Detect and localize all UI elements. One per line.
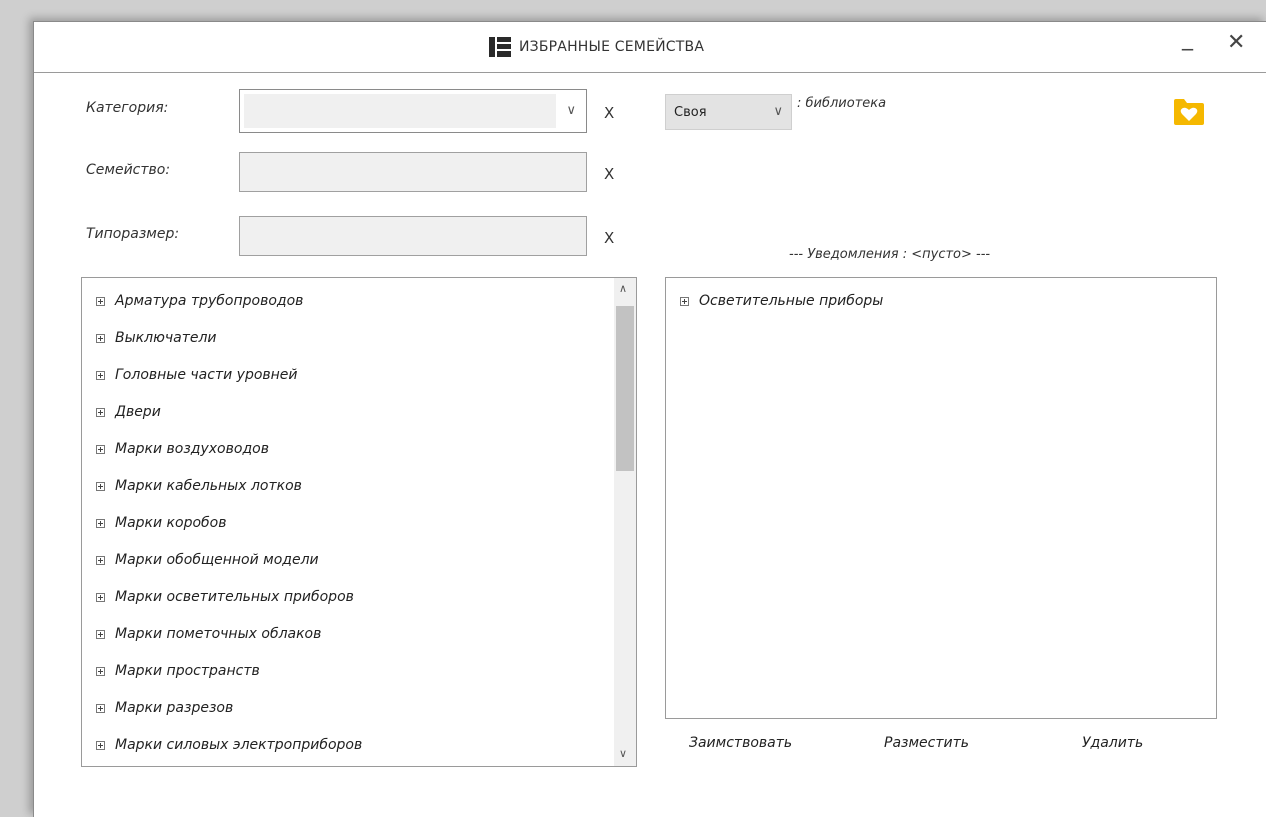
tree-item-label: Головные части уровней — [115, 367, 298, 383]
expand-plus-icon[interactable] — [96, 407, 105, 417]
expand-plus-icon[interactable] — [96, 629, 105, 639]
expand-plus-icon[interactable] — [96, 333, 105, 343]
folder-heart-icon[interactable] — [1173, 97, 1205, 127]
expand-plus-icon[interactable] — [96, 481, 105, 491]
tree-item[interactable]: Марки силовых электроприборов — [96, 734, 362, 756]
library-select-value: Своя — [674, 105, 707, 120]
expand-plus-icon[interactable] — [96, 370, 105, 380]
tree-item[interactable]: Марки кабельных лотков — [96, 475, 302, 497]
expand-plus-icon[interactable] — [96, 444, 105, 454]
tree-item[interactable]: Арматура трубопроводов — [96, 290, 303, 312]
expand-plus-icon[interactable] — [96, 592, 105, 602]
expand-plus-icon[interactable] — [96, 555, 105, 565]
category-label: Категория: — [86, 100, 169, 116]
close-button[interactable]: ✕ — [1227, 30, 1245, 55]
expand-plus-icon[interactable] — [96, 518, 105, 528]
tree-item[interactable]: Марки пометочных облаков — [96, 623, 321, 645]
tree-item[interactable]: Марки воздуховодов — [96, 438, 269, 460]
tree-item[interactable]: Марки разрезов — [96, 697, 233, 719]
category-select-value — [244, 94, 556, 128]
tree-item[interactable]: Двери — [96, 401, 161, 423]
tree-item[interactable]: Головные части уровней — [96, 364, 298, 386]
tree-item-label: Марки осветительных приборов — [115, 589, 354, 605]
tree-item-label: Марки коробов — [115, 515, 227, 531]
tree-item-label: Арматура трубопроводов — [115, 293, 304, 309]
clear-family-button[interactable]: X — [604, 165, 614, 183]
clear-category-button[interactable]: X — [604, 104, 614, 122]
borrow-button[interactable]: Заимствовать — [689, 735, 792, 751]
delete-button[interactable]: Удалить — [1082, 735, 1143, 751]
tree-scrollbar[interactable]: ∧ ∨ — [614, 278, 636, 766]
tree-item[interactable]: Выключатели — [96, 327, 217, 349]
library-suffix-label: : библиотека — [797, 96, 887, 111]
family-category-tree[interactable]: Арматура трубопроводов Выключатели Голов… — [81, 277, 637, 767]
expand-plus-icon[interactable] — [96, 740, 105, 750]
tree-item-label: Марки пространств — [115, 663, 260, 679]
tree-item[interactable]: Осветительные приборы — [680, 290, 883, 312]
expand-plus-icon[interactable] — [96, 296, 105, 306]
library-select[interactable]: Своя ∨ — [665, 94, 792, 130]
window-title: ИЗБРАННЫЕ СЕМЕЙСТВА — [519, 39, 705, 55]
favorite-families-window: ИЗБРАННЫЕ СЕМЕЙСТВА _ ✕ Категория: ∨ X С… — [33, 21, 1266, 817]
tree-item-label: Марки обобщенной модели — [115, 552, 319, 568]
tree-item-label: Двери — [115, 404, 161, 420]
tree-item[interactable]: Марки пространств — [96, 660, 260, 682]
notifications-status: --- Уведомления : <пусто> --- — [789, 247, 991, 262]
typesize-label: Типоразмер: — [86, 226, 180, 242]
clear-typesize-button[interactable]: X — [604, 229, 614, 247]
family-field[interactable] — [239, 152, 587, 192]
tree-item-label: Марки кабельных лотков — [115, 478, 302, 494]
tree-item-label: Марки силовых электроприборов — [115, 737, 363, 753]
expand-plus-icon[interactable] — [96, 703, 105, 713]
tree-item-label: Марки пометочных облаков — [115, 626, 322, 642]
tree-item[interactable]: Марки осветительных приборов — [96, 586, 354, 608]
favorites-tree[interactable]: Осветительные приборы — [665, 277, 1217, 719]
tree-item[interactable]: Марки коробов — [96, 512, 226, 534]
tree-item[interactable]: Марки обобщенной модели — [96, 549, 319, 571]
title-bar: ИЗБРАННЫЕ СЕМЕЙСТВА _ ✕ — [34, 22, 1266, 73]
tree-item-label: Выключатели — [115, 330, 217, 346]
scroll-down-icon[interactable]: ∨ — [619, 747, 627, 760]
minimize-button[interactable]: _ — [1182, 26, 1193, 51]
expand-plus-icon[interactable] — [96, 666, 105, 676]
app-logo-icon — [489, 37, 511, 57]
chevron-down-icon: ∨ — [566, 103, 576, 118]
tree-item-label: Осветительные приборы — [699, 293, 884, 309]
scroll-up-icon[interactable]: ∧ — [619, 282, 627, 295]
expand-plus-icon[interactable] — [680, 296, 689, 306]
window-title-group: ИЗБРАННЫЕ СЕМЕЙСТВА — [489, 36, 704, 58]
scrollbar-thumb[interactable] — [616, 306, 634, 471]
place-button[interactable]: Разместить — [884, 735, 969, 751]
chevron-down-icon: ∨ — [773, 104, 783, 119]
typesize-field[interactable] — [239, 216, 587, 256]
family-label: Семейство: — [86, 162, 171, 178]
tree-item-label: Марки воздуховодов — [115, 441, 269, 457]
tree-item-label: Марки разрезов — [115, 700, 234, 716]
category-select[interactable]: ∨ — [239, 89, 587, 133]
